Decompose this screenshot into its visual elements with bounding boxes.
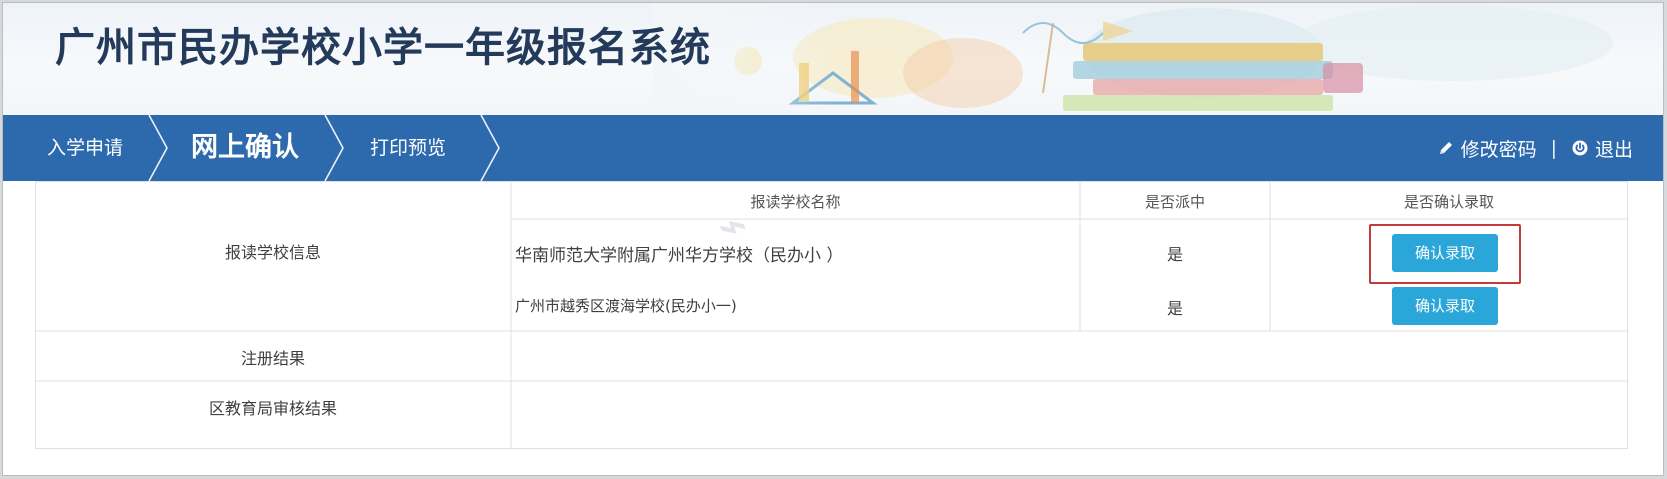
confirm-admission-button-1[interactable]: 确认录取 (1392, 234, 1498, 272)
step-nav-bar: 入学申请 网上确认 打印预览 修改密码 | 退出 (3, 115, 1663, 181)
district-review-label: 区教育局审核结果 (208, 399, 337, 418)
school-info-label: 报读学校信息 (224, 243, 321, 262)
browser-viewport: 广州市民办学校小学一年级报名系统 入学申请 网上确认 打印预览 修改密码 | 退… (2, 2, 1664, 476)
confirm-admission-button-2[interactable]: 确认录取 (1392, 287, 1498, 325)
step-online-confirm[interactable]: 网上确认 (191, 115, 299, 181)
logout-label: 退出 (1594, 138, 1633, 161)
header-banner: 广州市民办学校小学一年级报名系统 (3, 3, 1663, 115)
header-confirm: 是否确认录取 (1403, 193, 1494, 211)
change-password-link[interactable]: 修改密码 (1437, 135, 1537, 162)
change-password-label: 修改密码 (1460, 138, 1537, 161)
power-icon (1572, 140, 1588, 156)
header-selected: 是否派中 (1144, 193, 1205, 211)
confirmation-table: 报读学校信息 注册结果 区教育局审核结果 报读学校名称 是否派中 是否确认录取 … (35, 181, 1628, 449)
school-name-1: 华南师范大学附属广州华方学校（民办小 ） (515, 246, 844, 266)
account-links: 修改密码 | 退出 (1437, 115, 1633, 181)
selected-value-1: 是 (1166, 245, 1183, 264)
header-school-name: 报读学校名称 (750, 193, 841, 211)
step-print-preview[interactable]: 打印预览 (370, 115, 446, 181)
app-title: 广州市民办学校小学一年级报名系统 (55, 25, 711, 71)
selected-value-2: 是 (1166, 299, 1183, 318)
logout-link[interactable]: 退出 (1571, 135, 1633, 162)
nav-separator: | (1550, 137, 1557, 159)
registration-result-label: 注册结果 (240, 349, 305, 368)
step-apply[interactable]: 入学申请 (47, 115, 123, 181)
school-name-2: 广州市越秀区渡海学校(民办小一) (515, 297, 737, 315)
pencil-icon (1439, 142, 1452, 154)
